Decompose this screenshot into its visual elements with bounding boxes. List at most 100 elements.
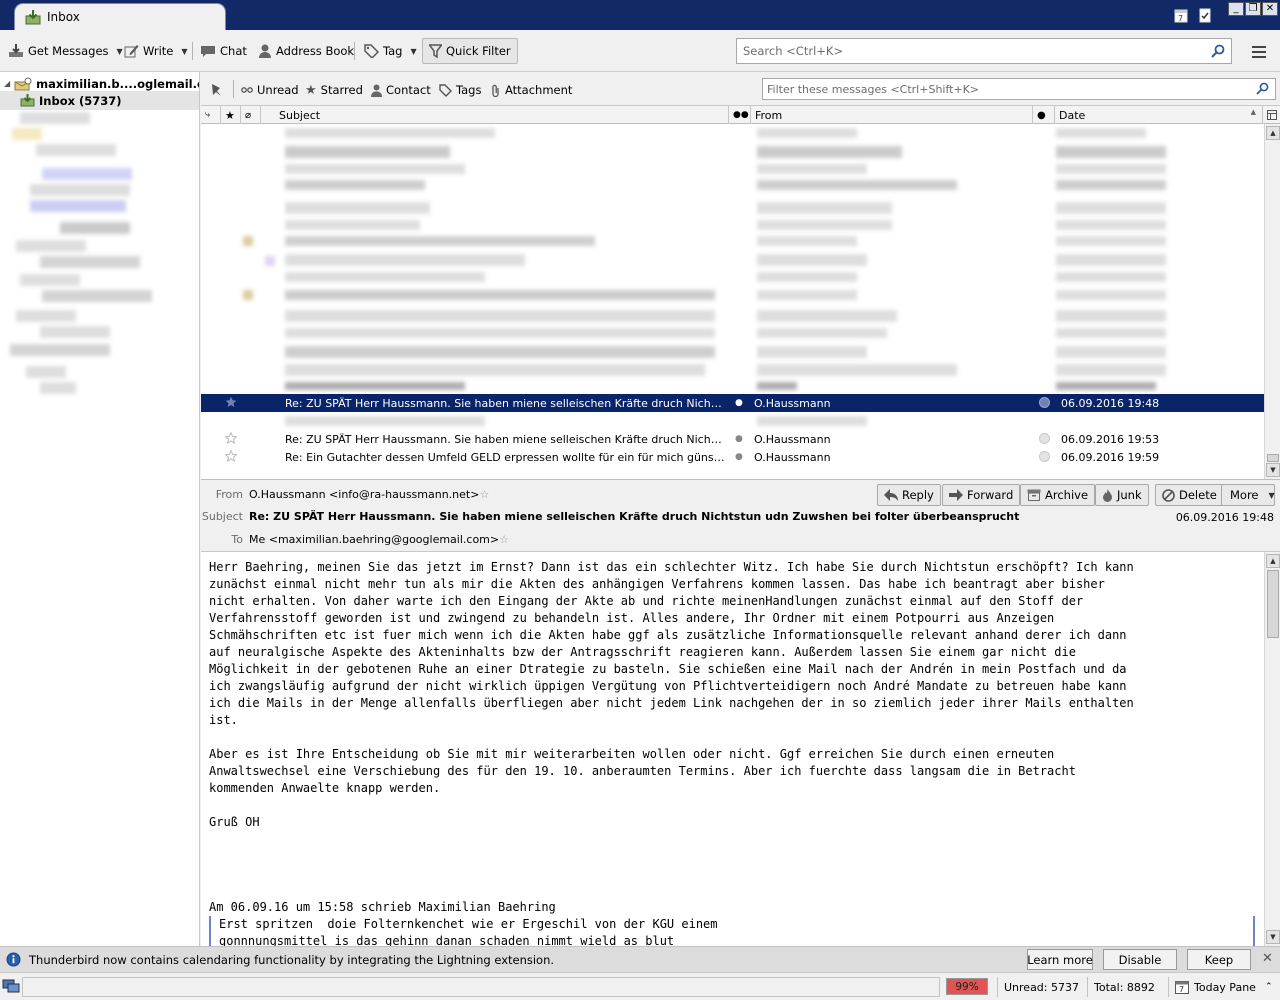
scroll-thumb[interactable] — [1267, 570, 1279, 638]
app-menu-icon[interactable] — [1250, 44, 1268, 60]
subject-row: Subject Re: ZU SPÄT Herr Haussmann. Sie … — [201, 510, 1020, 523]
message-from: O.Haussmann — [754, 432, 831, 446]
table-row[interactable]: Re: ZU SPÄT Herr Haussmann. Sie haben mi… — [201, 394, 1264, 412]
sticky-filter-toggle[interactable] — [209, 81, 225, 99]
inbox-icon — [25, 9, 41, 25]
progress-label: 99% — [955, 980, 979, 993]
scroll-down-arrow[interactable]: ▼ — [1266, 930, 1280, 944]
forward-button[interactable]: Forward — [942, 484, 1021, 506]
contact-icon — [371, 84, 382, 97]
learn-more-label: Learn more — [1027, 952, 1093, 967]
unread-filter[interactable]: Unread — [241, 81, 299, 99]
table-row[interactable]: Re: ZU SPÄT Herr Haussmann. Sie haben mi… — [201, 430, 1264, 448]
reply-arrow-icon — [884, 489, 898, 501]
subject-column[interactable]: Subject — [261, 106, 729, 124]
sort-ascending-icon: ▲ — [1250, 108, 1256, 116]
chevron-down-icon[interactable]: ▼ — [181, 47, 187, 56]
star-icon[interactable] — [225, 396, 237, 408]
table-row[interactable]: Re: Ein Gutachter dessen Umfeld GELD erp… — [201, 448, 1264, 466]
calendar-icon: 7 — [1175, 980, 1189, 994]
get-messages-button[interactable]: Get Messages ▼ — [2, 38, 129, 64]
today-pane-button[interactable]: 7 Today Pane ⌃ — [1168, 977, 1278, 997]
read-dot-icon[interactable]: ● — [735, 452, 743, 462]
tag-icon — [364, 44, 379, 58]
read-status-column[interactable]: ●● — [729, 106, 751, 124]
scroll-down-arrow[interactable]: ▼ — [1266, 463, 1280, 477]
thread-column[interactable]: ⤷ — [201, 106, 221, 124]
close-button[interactable]: ✕ — [1262, 2, 1278, 16]
junk-status-icon[interactable] — [1039, 451, 1050, 462]
progress-meter: 99% — [946, 978, 988, 995]
to-value[interactable]: Me <maximilian.baehring@googlemail.com> — [249, 533, 499, 546]
status-message — [22, 977, 940, 997]
star-icon[interactable]: ☆ — [499, 533, 509, 546]
scroll-up-arrow[interactable]: ▲ — [1266, 554, 1280, 568]
star-icon[interactable]: ☆ — [479, 488, 489, 501]
star-column[interactable]: ★ — [221, 106, 241, 124]
column-picker-icon[interactable] — [1264, 106, 1280, 124]
message-list: Re: ZU SPÄT Herr Haussmann. Sie haben mi… — [201, 124, 1264, 479]
junk-button[interactable]: Junk — [1095, 484, 1149, 506]
notification-text: Thunderbird now contains calendaring fun… — [29, 952, 555, 967]
chat-button[interactable]: Chat — [194, 38, 253, 64]
folder-inbox[interactable]: Inbox (5737) — [0, 91, 199, 110]
search-icon[interactable] — [1211, 44, 1225, 58]
minimize-button[interactable]: _ — [1228, 2, 1244, 16]
svg-text:7: 7 — [1179, 985, 1184, 994]
chevron-down-icon[interactable]: ▼ — [410, 47, 416, 56]
reply-button[interactable]: Reply — [877, 484, 941, 506]
keep-button[interactable]: Keep — [1187, 949, 1251, 970]
total-count-label: Total: 8892 — [1094, 980, 1155, 994]
junk-status-icon[interactable] — [1039, 397, 1050, 408]
scroll-up-arrow[interactable]: ▲ — [1266, 126, 1280, 140]
search-icon[interactable] — [1256, 82, 1269, 95]
attachment-filter[interactable]: Attachment — [491, 81, 572, 99]
starred-filter[interactable]: ★ Starred — [305, 81, 363, 99]
delete-button[interactable]: Delete — [1155, 484, 1224, 506]
archive-button[interactable]: Archive — [1020, 484, 1096, 506]
star-icon[interactable] — [225, 450, 237, 462]
tag-icon — [439, 83, 452, 97]
quoted-text: Erst spritzen doie Folternkenchet wie er… — [219, 917, 718, 946]
online-status-icon[interactable] — [2, 977, 20, 995]
from-row: From O.Haussmann <info@ra-haussmann.net>… — [201, 488, 490, 501]
inbox-label: Inbox (5737) — [39, 93, 122, 108]
scroll-thumb[interactable] — [1267, 454, 1279, 462]
date-column[interactable]: Date ▲ — [1055, 106, 1263, 124]
subject-header-label: Subject — [279, 108, 321, 122]
disable-label: Disable — [1118, 952, 1162, 967]
message-body-scrollbar[interactable]: ▲ ▼ — [1264, 552, 1280, 946]
inbox-tab[interactable]: Inbox — [14, 3, 226, 30]
junk-column[interactable]: ● — [1033, 106, 1055, 124]
more-label: More — [1230, 488, 1259, 502]
filter-divider — [233, 80, 234, 98]
read-dot-icon[interactable]: ● — [735, 398, 743, 408]
tags-filter[interactable]: Tags — [439, 81, 481, 99]
from-value[interactable]: O.Haussmann <info@ra-haussmann.net> — [249, 488, 479, 501]
message-body[interactable]: Herr Baehring, meinen Sie das jetzt im E… — [201, 552, 1264, 946]
attachment-column[interactable]: ⌀ — [241, 106, 261, 124]
write-button[interactable]: Write ▼ — [118, 38, 194, 64]
global-search-input[interactable]: Search <Ctrl+K> — [736, 38, 1232, 64]
contact-filter[interactable]: Contact — [371, 81, 431, 99]
address-book-button[interactable]: Address Book — [252, 38, 360, 64]
quick-filter-button[interactable]: Quick Filter — [422, 38, 518, 64]
tag-button[interactable]: Tag ▼ — [358, 38, 423, 64]
more-button[interactable]: More ▼ — [1221, 484, 1275, 506]
junk-status-icon[interactable] — [1039, 433, 1050, 444]
disable-button[interactable]: Disable — [1103, 949, 1177, 970]
message-list-scrollbar[interactable]: ▲ ▼ — [1264, 124, 1280, 479]
status-bar: 99% Unread: 5737 Total: 8892 7 Today Pan… — [0, 972, 1280, 1000]
collapse-icon[interactable]: ◢ — [4, 79, 10, 88]
read-dot-icon[interactable]: ● — [735, 434, 743, 444]
filter-messages-input[interactable]: Filter these messages <Ctrl+Shift+K> — [762, 78, 1276, 100]
learn-more-button[interactable]: Learn more — [1027, 949, 1093, 970]
toolbar-divider — [354, 42, 355, 60]
from-column[interactable]: From — [751, 106, 1033, 124]
calendar-icon[interactable]: 7 — [1173, 7, 1188, 23]
close-icon[interactable]: ✕ — [1262, 951, 1273, 966]
maximize-button[interactable]: ❐ — [1245, 2, 1261, 16]
tasks-icon[interactable] — [1197, 7, 1212, 23]
star-icon[interactable] — [225, 432, 237, 444]
unread-icon — [241, 86, 253, 94]
